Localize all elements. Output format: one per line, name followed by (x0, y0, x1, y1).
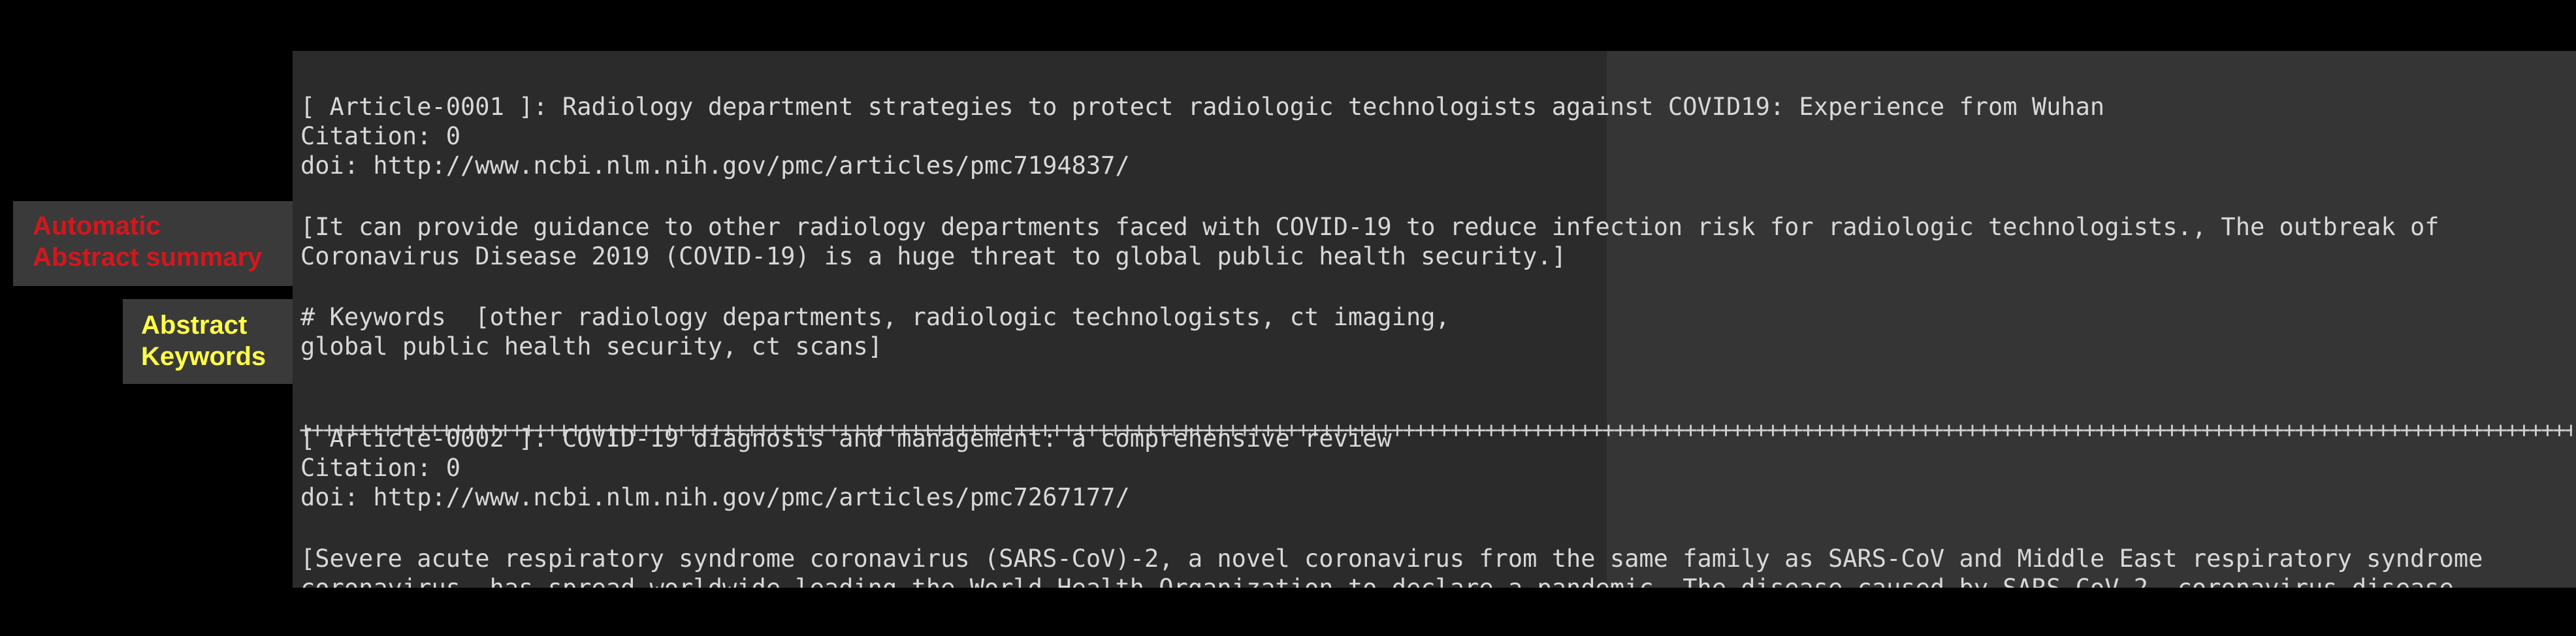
abstract-keywords-callout: Abstract Keywords (123, 299, 293, 384)
article-2-header: [ Article-0002 ]: COVID-19 diagnosis and… (300, 424, 1392, 453)
callout-keywords-line-2: Keywords (141, 342, 266, 371)
article-2-summary-line-1: [Severe acute respiratory syndrome coron… (300, 545, 2483, 573)
automatic-abstract-summary-callout: Automatic Abstract summary (13, 201, 293, 286)
article-2-citation: Citation: 0 (300, 454, 461, 482)
article-2-summary-line-2: coronavirus, has spread worldwide leadin… (300, 573, 2454, 588)
article-1-keywords-line-1: # Keywords [other radiology departments,… (300, 303, 1450, 331)
terminal-tint-panel (1607, 51, 2576, 588)
article-1-summary-line-2: Coronavirus Disease 2019 (COVID-19) is a… (300, 242, 1567, 270)
article-1-summary-line-1: [It can provide guidance to other radiol… (300, 213, 2439, 241)
article-2-doi: doi: http://www.ncbi.nlm.nih.gov/pmc/art… (300, 483, 1130, 511)
callout-summary-line-1: Automatic (33, 212, 161, 240)
article-1-doi: doi: http://www.ncbi.nlm.nih.gov/pmc/art… (300, 151, 1130, 180)
article-1-citation: Citation: 0 (300, 122, 461, 150)
terminal-window: [ Article-0001 ]: Radiology department s… (293, 51, 2576, 588)
callout-keywords-line-1: Abstract (141, 311, 248, 340)
article-1-keywords-line-2: global public health security, ct scans] (300, 332, 883, 360)
article-1-header: [ Article-0001 ]: Radiology department s… (300, 93, 2105, 121)
callout-summary-line-2: Abstract summary (33, 243, 263, 272)
